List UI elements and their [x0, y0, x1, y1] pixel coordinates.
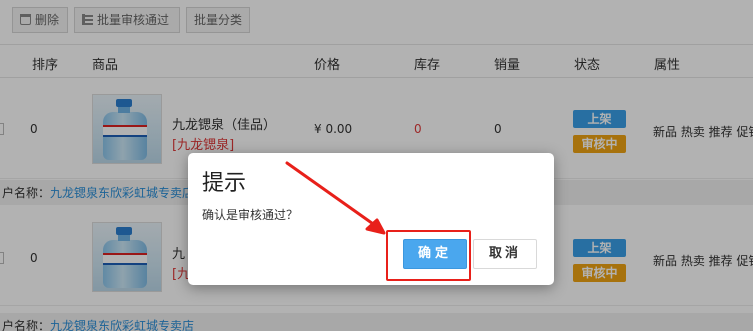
confirm-dialog: 提示 确认是审核通过？ 确定 取消: [188, 153, 554, 285]
dialog-message: 确认是审核通过？: [202, 208, 299, 222]
highlight-annotation: [386, 230, 471, 281]
dialog-title: 提示: [202, 171, 247, 196]
cancel-button[interactable]: 取消: [473, 239, 537, 269]
